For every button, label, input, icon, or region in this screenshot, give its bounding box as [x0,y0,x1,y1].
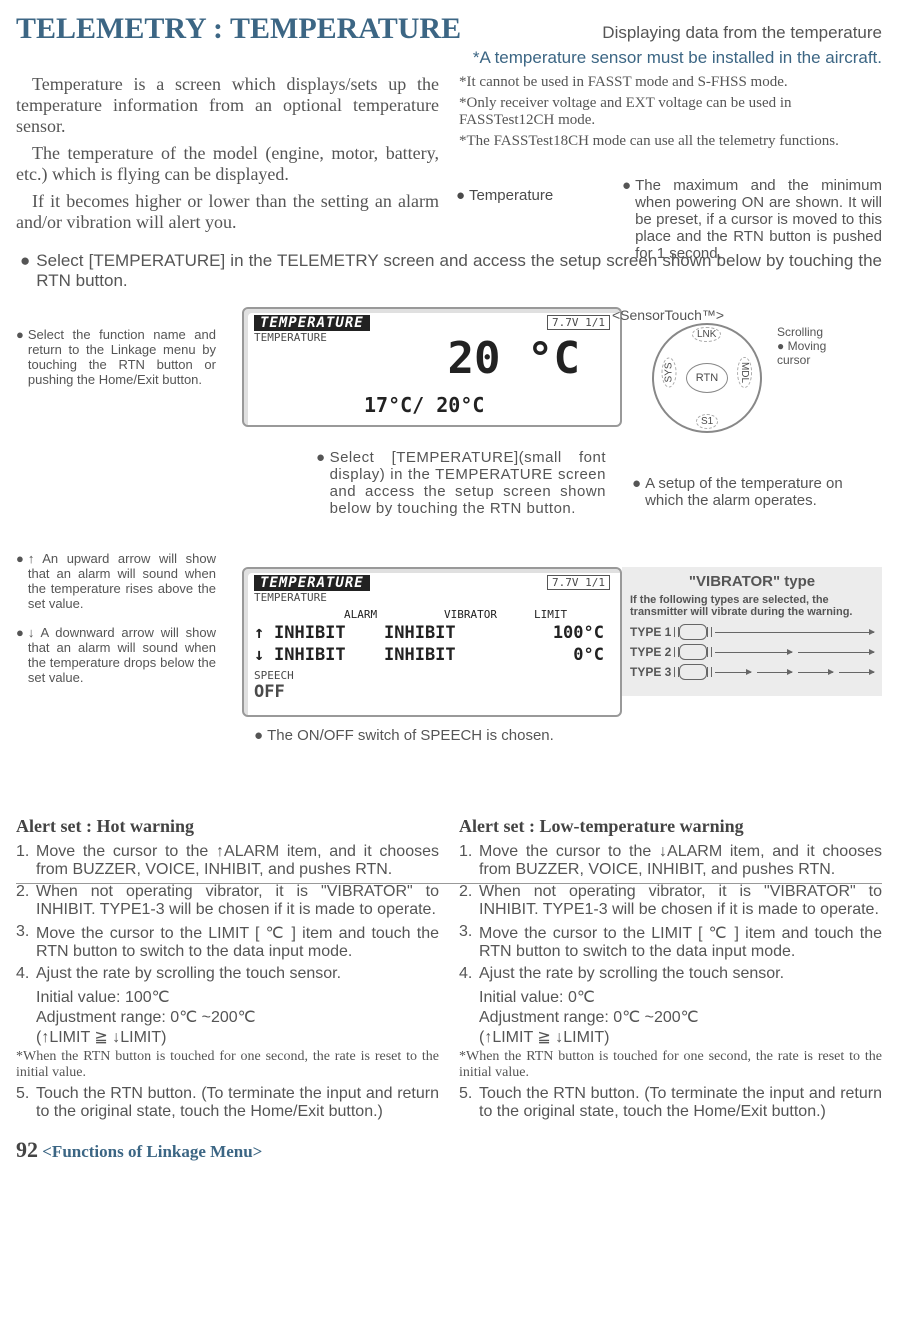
hot-step-4: Ajust the rate by scrolling the touch se… [36,965,341,983]
hot-step-5: Touch the RTN button. (To terminate the … [36,1085,439,1121]
intro-left: Temperature is a screen which displays/s… [16,74,439,239]
middle-note-text: Select [TEMPERATURE](small font display)… [330,449,606,517]
speech-label: SPEECH [254,669,610,682]
intro-p3: If it becomes higher or lower than the s… [16,191,439,233]
bullet-icon: ● [254,727,263,744]
vibrator-icon [679,624,707,640]
bullet-icon: ● [316,449,326,517]
vibrator-icon [679,644,707,660]
lcd1-minmax: 17°C/ 20°C [364,393,484,417]
lnk-segment[interactable]: LNK [692,327,721,342]
col-alarm: ALARM [344,608,444,621]
row1-limit: 100°C [494,623,604,643]
sensortouch-diagram: <SensorTouch™> RTN LNK SYS MDL S1 Scroll… [612,307,852,433]
speech-switch-note: ● The ON/OFF switch of SPEECH is chosen. [254,727,574,744]
maxmin-note-block: ● The maximum and the minimum when power… [622,177,882,262]
type3-label: TYPE 3 [630,665,671,679]
lcd1-temperature-value: 20 °C [448,333,580,384]
alarm-setup-note: ● A setup of the temperature on which th… [632,475,882,509]
page-footer: 92 <Functions of Linkage Menu> [16,1137,882,1163]
title-subtitle: Displaying data from the temperature [602,23,882,43]
hot-footnote: *When the RTN button is touched for one … [16,1049,439,1081]
lcd2-header: TEMPERATURE [254,575,370,591]
bullet-icon: ● [16,327,24,387]
lcd2-sub: TEMPERATURE [254,591,610,604]
title-row: TELEMETRY : TEMPERATURE Displaying data … [16,12,882,46]
left-note-down-arrow: ↓ A downward arrow will show that an ala… [28,625,216,685]
vibrator-title: "VIBRATOR" type [630,573,874,590]
moving-cursor-label: ● Moving cursor [777,339,852,367]
intro-p1: Temperature is a screen which displays/s… [16,74,439,137]
lcd-screen-main: TEMPERATURE TEMPERATURE 7.7V 1/1 20 °C 1… [242,307,622,427]
vibrator-type-2: TYPE 2 [630,644,874,660]
low-step-2: When not operating vibrator, it is "VIBR… [479,883,882,919]
select-small-temperature-note: ● Select [TEMPERATURE](small font displa… [316,449,606,517]
bullet-icon: ● [16,625,24,685]
bullet-icon: ● [632,475,641,509]
mdl-segment[interactable]: MDL [737,357,752,388]
sensor-wheel: RTN LNK SYS MDL S1 [652,323,762,433]
hot-initial: Initial value: 100℃ [36,987,439,1007]
s1-segment[interactable]: S1 [696,414,718,429]
speech-note-text: The ON/OFF switch of SPEECH is chosen. [267,727,554,744]
scrolling-label: Scrolling [777,325,852,339]
row2-limit: 0°C [494,645,604,665]
col-vibrator: VIBRATOR [444,608,534,621]
low-range: Adjustment range: 0℃ ~200℃ [479,1007,882,1027]
type2-label: TYPE 2 [630,645,671,659]
hot-limit-rule: (↑LIMIT ≧ ↓LIMIT) [36,1027,439,1047]
page: TELEMETRY : TEMPERATURE Displaying data … [0,0,898,1175]
hot-range: Adjustment range: 0℃ ~200℃ [36,1007,439,1027]
lcd1-header: TEMPERATURE [254,315,370,331]
vibrator-desc: If the following types are selected, the… [630,594,874,618]
lcd1-voltage: 7.7V 1/1 [547,315,610,330]
mode-note-2: *Only receiver voltage and EXT voltage c… [459,95,882,129]
bullet-icon: ● [16,551,24,611]
low-initial: Initial value: 0℃ [479,987,882,1007]
bullet-icon: ● [622,177,631,262]
left-note-1: Select the function name and return to t… [28,327,216,387]
alarm-setup-text: A setup of the temperature on which the … [645,475,882,509]
rtn-button[interactable]: RTN [686,363,728,393]
lcd2-voltage: 7.7V 1/1 [547,575,610,590]
sensortouch-title: <SensorTouch™> [612,307,852,323]
section-name: <Functions of Linkage Menu> [42,1142,262,1161]
lcd-screen-setup: TEMPERATURE TEMPERATURE 7.7V 1/1 ALARM V… [242,567,622,717]
vibrator-type-1: TYPE 1 [630,624,874,640]
hot-step-2: When not operating vibrator, it is "VIBR… [36,883,439,919]
mode-note-1: *It cannot be used in FASST mode and S-F… [459,74,882,91]
low-step-5: Touch the RTN button. (To terminate the … [479,1085,882,1121]
page-title: TELEMETRY : TEMPERATURE [16,12,461,46]
sensor-required-note: *A temperature sensor must be installed … [16,48,882,68]
sys-segment[interactable]: SYS [662,357,677,387]
low-step-4: Ajust the rate by scrolling the touch se… [479,965,784,983]
low-step-3: Move the cursor to the LIMIT [ ℃ ] item … [479,923,882,961]
vibrator-type-box: "VIBRATOR" type If the following types a… [622,567,882,696]
maxmin-note-text: The maximum and the minimum when powerin… [635,177,882,262]
low-footnote: *When the RTN button is touched for one … [459,1049,882,1081]
vibrator-icon [679,664,707,680]
vibrator-type-3: TYPE 3 [630,664,874,680]
lcd2-grid: ALARM VIBRATOR LIMIT ↑ INHIBIT INHIBIT 1… [254,608,610,665]
col-limit: LIMIT [534,608,604,621]
type1-label: TYPE 1 [630,625,671,639]
left-notes: ● Select the function name and return to… [16,327,216,699]
sensortouch-labels: Scrolling ● Moving cursor [777,325,852,367]
intro-p2: The temperature of the model (engine, mo… [16,143,439,185]
speech-value: OFF [254,682,610,702]
page-number: 92 [16,1137,38,1162]
bullet-icon: ● [20,251,30,291]
diagram-zone: ● Temperature ● The maximum and the mini… [16,297,882,877]
mode-note-3: *The FASSTest18CH mode can use all the t… [459,133,882,150]
temperature-pointer-label: ● Temperature [456,187,553,204]
hot-step-3: Move the cursor to the LIMIT [ ℃ ] item … [36,923,439,961]
left-note-up-arrow: ↑ An upward arrow will show that an alar… [28,551,216,611]
low-limit-rule: (↑LIMIT ≧ ↓LIMIT) [479,1027,882,1047]
